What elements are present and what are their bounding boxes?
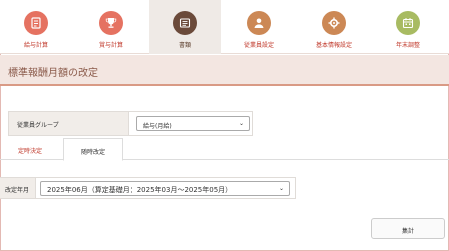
employee-group-row: 従業員グループ 給与(月給) ⌄ [8, 111, 253, 136]
chevron-down-icon: ⌄ [238, 120, 244, 127]
calendar-icon [396, 11, 420, 35]
nav-item-employee-settings[interactable]: 従業員設定 [223, 0, 295, 54]
trophy-icon [99, 11, 123, 35]
tab-bar: 定時決定 随時改定 [0, 138, 449, 161]
document-icon [173, 11, 197, 35]
tab-regular-determination[interactable]: 定時決定 [0, 138, 60, 160]
nav-label-payroll: 給与計算 [23, 42, 48, 49]
payroll-icon [24, 11, 48, 35]
calculate-button-label: 集計 [401, 228, 414, 235]
employee-group-label: 従業員グループ [17, 122, 59, 129]
gear-icon [322, 11, 346, 35]
nav-label-bonus: 賞与計算 [98, 42, 123, 49]
nav-item-payroll[interactable]: 給与計算 [0, 0, 72, 54]
top-nav: 給与計算 賞与計算 書類 従業員設定 基本情報設定 年末調整 [0, 0, 449, 54]
nav-label-year-end: 年末調整 [395, 42, 420, 49]
nav-item-bonus[interactable]: 賞与計算 [75, 0, 147, 54]
tab-occasional-revision[interactable]: 随時改定 [63, 138, 123, 161]
chevron-down-icon: ⌄ [278, 185, 284, 192]
revision-date-label: 改定年月 [5, 187, 30, 194]
employee-group-value: 給与(月給) [143, 123, 172, 130]
tab-occasional-revision-label: 随時改定 [80, 149, 105, 156]
page-title: 標準報酬月額の改定 [8, 68, 98, 79]
nav-label-documents: 書類 [178, 42, 191, 49]
nav-item-year-end[interactable]: 年末調整 [372, 0, 444, 54]
nav-item-basic-settings[interactable]: 基本情報設定 [298, 0, 370, 54]
calculate-button[interactable]: 集計 [371, 218, 445, 239]
employee-group-select[interactable]: 給与(月給) ⌄ [136, 116, 250, 131]
nav-label-employee-settings: 従業員設定 [243, 42, 274, 49]
revision-date-row: 改定年月 2025年06月（算定基礎月：2025年03月～2025年05月） ⌄ [0, 177, 296, 199]
page-title-bar: 標準報酬月額の改定 [0, 55, 449, 86]
revision-date-select[interactable]: 2025年06月（算定基礎月：2025年03月～2025年05月） ⌄ [40, 181, 290, 196]
nav-item-documents[interactable]: 書類 [149, 0, 221, 54]
person-icon [247, 11, 271, 35]
revision-date-label-cell: 改定年月 [0, 178, 36, 198]
nav-label-basic-settings: 基本情報設定 [315, 42, 352, 49]
employee-group-label-cell: 従業員グループ [9, 112, 129, 135]
revision-date-value: 2025年06月（算定基礎月：2025年03月～2025年05月） [47, 186, 233, 194]
tab-regular-determination-label: 定時決定 [17, 148, 42, 155]
